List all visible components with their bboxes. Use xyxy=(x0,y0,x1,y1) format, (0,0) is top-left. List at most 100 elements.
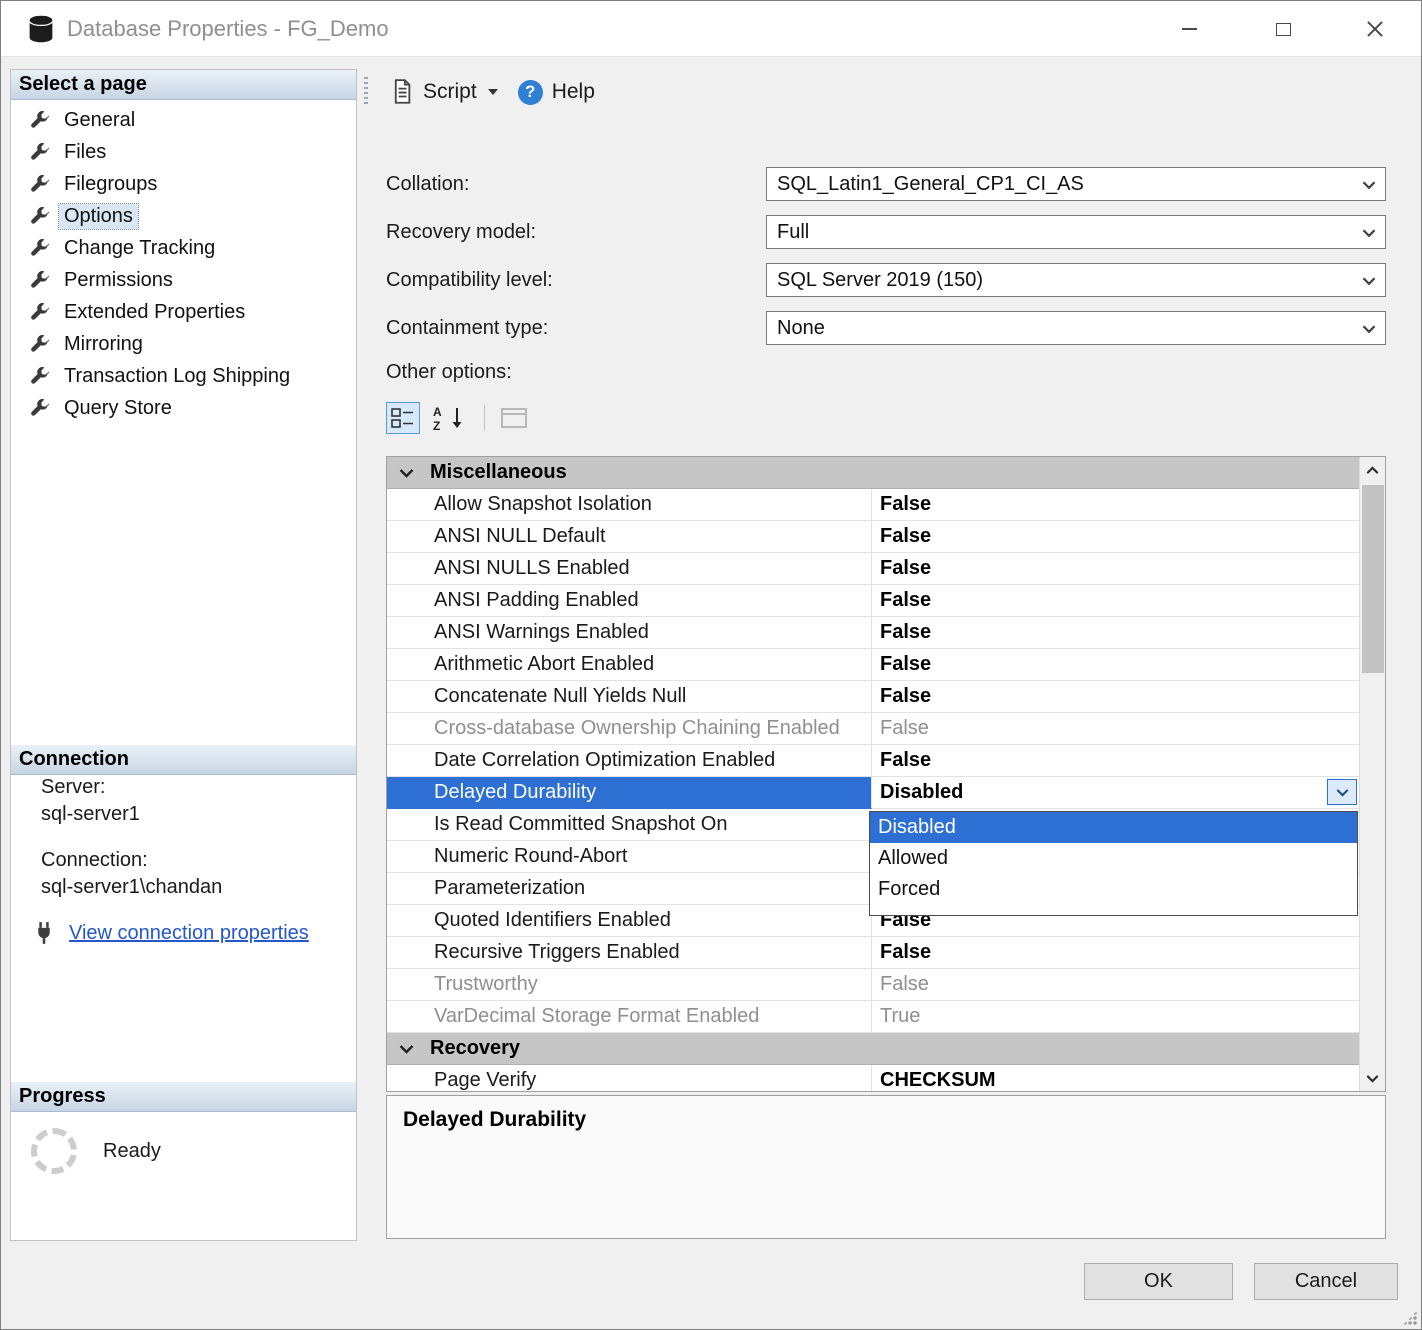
property-row: Arithmetic Abort Enabled False xyxy=(387,649,1359,681)
containment-type-select[interactable]: None xyxy=(766,311,1386,345)
connection-header: Connection xyxy=(11,745,356,775)
minimize-button[interactable] xyxy=(1165,9,1213,49)
description-title: Delayed Durability xyxy=(403,1108,587,1131)
property-pages-button[interactable] xyxy=(497,402,531,434)
maximize-button[interactable] xyxy=(1259,9,1307,49)
cancel-button[interactable]: Cancel xyxy=(1254,1263,1398,1300)
chevron-down-icon xyxy=(1362,229,1376,237)
wrench-icon xyxy=(31,110,49,128)
categorized-button[interactable] xyxy=(386,402,420,434)
sort-alphabetical-icon: A Z xyxy=(433,405,462,431)
compatibility-level-label: Compatibility level: xyxy=(386,269,553,291)
property-row: ANSI NULLS Enabled False xyxy=(387,553,1359,585)
property-row: Concatenate Null Yields Null False xyxy=(387,681,1359,713)
grid-scrollbar[interactable] xyxy=(1359,457,1385,1091)
sidebar-item-change-tracking[interactable]: Change Tracking xyxy=(11,232,356,264)
page-list: General Files Filegroups Options Change … xyxy=(11,104,356,424)
toolbar-grip xyxy=(364,77,368,107)
progress-spinner-icon xyxy=(31,1128,77,1174)
wrench-icon xyxy=(31,398,49,416)
sidebar-item-query-store[interactable]: Query Store xyxy=(11,392,356,424)
recovery-model-label: Recovery model: xyxy=(386,221,537,243)
compatibility-level-select[interactable]: SQL Server 2019 (150) xyxy=(766,263,1386,297)
chevron-down-icon xyxy=(1362,277,1376,285)
dropdown-option-disabled[interactable]: Disabled xyxy=(870,812,1357,843)
property-row-readonly: VarDecimal Storage Format Enabled True xyxy=(387,1001,1359,1033)
sidebar-item-options[interactable]: Options xyxy=(11,200,356,232)
script-icon xyxy=(394,79,411,104)
close-icon xyxy=(1366,20,1384,38)
dropdown-option-forced[interactable]: Forced xyxy=(870,874,1357,905)
sidebar-item-general[interactable]: General xyxy=(11,104,356,136)
progress-header: Progress xyxy=(11,1082,356,1112)
left-panel: Select a page General Files Filegroups O… xyxy=(10,69,357,1241)
help-button[interactable]: ? Help xyxy=(508,74,605,111)
ok-button[interactable]: OK xyxy=(1084,1263,1233,1300)
value-combo-button[interactable] xyxy=(1327,779,1357,805)
wrench-icon xyxy=(31,142,49,160)
scroll-down-icon[interactable] xyxy=(1360,1065,1385,1091)
toolbar-separator xyxy=(484,405,485,431)
collapse-chevron-icon xyxy=(399,468,414,477)
category-miscellaneous[interactable]: Miscellaneous xyxy=(387,457,1359,489)
property-grid: Miscellaneous Allow Snapshot Isolation Fa… xyxy=(386,456,1386,1092)
wrench-icon xyxy=(31,334,49,352)
property-row-readonly: Trustworthy False xyxy=(387,969,1359,1001)
dropdown-option-allowed[interactable]: Allowed xyxy=(870,843,1357,874)
maximize-icon xyxy=(1275,22,1291,36)
category-recovery[interactable]: Recovery xyxy=(387,1033,1359,1065)
containment-type-label: Containment type: xyxy=(386,317,549,339)
property-row-selected: Delayed Durability Disabled xyxy=(387,777,1359,809)
other-options-label: Other options: xyxy=(386,361,512,383)
wrench-icon xyxy=(31,174,49,192)
close-button[interactable] xyxy=(1351,9,1399,49)
svg-text:Z: Z xyxy=(433,419,440,431)
wrench-icon xyxy=(31,302,49,320)
property-row: Recursive Triggers Enabled False xyxy=(387,937,1359,969)
collation-label: Collation: xyxy=(386,173,470,195)
chevron-down-icon xyxy=(1362,325,1376,333)
server-label: Server: xyxy=(41,776,106,798)
scroll-up-icon[interactable] xyxy=(1360,457,1385,483)
chevron-down-icon xyxy=(1335,788,1349,796)
minimize-icon xyxy=(1181,28,1197,30)
wrench-icon xyxy=(31,270,49,288)
property-pages-icon xyxy=(501,408,527,428)
main-toolbar: Script ? Help xyxy=(358,69,1414,115)
connection-properties-icon xyxy=(37,921,51,945)
sidebar-item-files[interactable]: Files xyxy=(11,136,356,168)
categorized-icon xyxy=(391,408,413,428)
scrollbar-thumb[interactable] xyxy=(1362,485,1384,673)
sidebar-item-permissions[interactable]: Permissions xyxy=(11,264,356,296)
property-row: Page Verify CHECKSUM xyxy=(387,1065,1359,1091)
resize-grip[interactable] xyxy=(1403,1311,1417,1325)
sidebar-item-mirroring[interactable]: Mirroring xyxy=(11,328,356,360)
grid-mini-toolbar: A Z xyxy=(386,401,531,435)
connection-label: Connection: xyxy=(41,849,148,871)
wrench-icon xyxy=(31,238,49,256)
connection-info: Server: sql-server1 Connection: sql-serv… xyxy=(11,776,356,945)
sort-alphabetical-button[interactable]: A Z xyxy=(428,402,472,434)
select-a-page-header: Select a page xyxy=(11,70,356,100)
wrench-icon xyxy=(31,206,49,224)
collapse-chevron-icon xyxy=(399,1044,414,1053)
server-value: sql-server1 xyxy=(41,803,140,825)
sidebar-item-transaction-log-shipping[interactable]: Transaction Log Shipping xyxy=(11,360,356,392)
property-description-panel: Delayed Durability xyxy=(386,1095,1386,1239)
sidebar-item-extended-properties[interactable]: Extended Properties xyxy=(11,296,356,328)
progress-status: Ready xyxy=(103,1139,161,1162)
chevron-down-icon xyxy=(1362,181,1376,189)
property-row: ANSI Warnings Enabled False xyxy=(387,617,1359,649)
property-row: ANSI Padding Enabled False xyxy=(387,585,1359,617)
collation-select[interactable]: SQL_Latin1_General_CP1_CI_AS xyxy=(766,167,1386,201)
script-button[interactable]: Script xyxy=(380,73,508,111)
dropdown-caret-icon xyxy=(487,89,498,95)
window-title: Database Properties - FG_Demo xyxy=(67,16,389,41)
property-row: Allow Snapshot Isolation False xyxy=(387,489,1359,521)
delayed-durability-dropdown: Disabled Allowed Forced xyxy=(869,811,1358,916)
connection-value: sql-server1\chandan xyxy=(41,876,223,898)
view-connection-properties-link[interactable]: View connection properties xyxy=(69,922,309,945)
database-properties-dialog: Database Properties - FG_Demo Select a p… xyxy=(0,0,1422,1330)
recovery-model-select[interactable]: Full xyxy=(766,215,1386,249)
sidebar-item-filegroups[interactable]: Filegroups xyxy=(11,168,356,200)
